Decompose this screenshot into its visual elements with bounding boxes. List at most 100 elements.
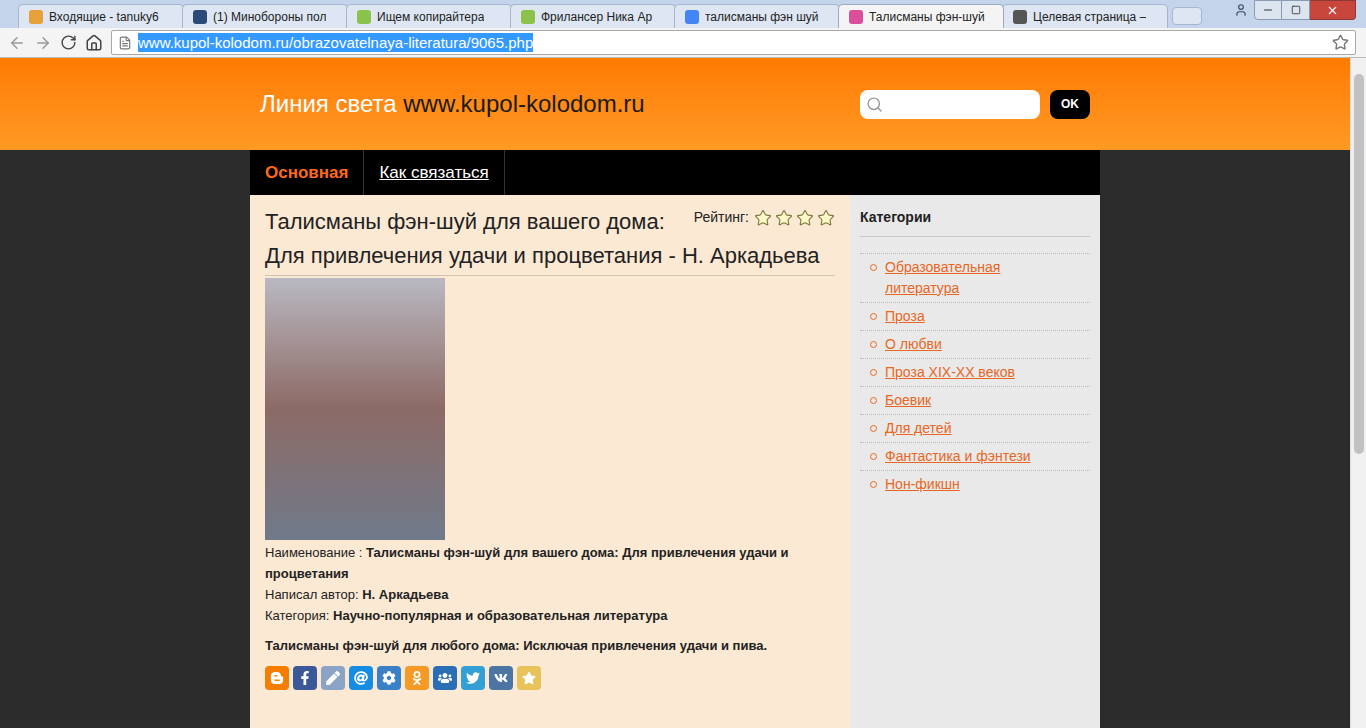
close-icon <box>1326 4 1339 17</box>
share-button[interactable] <box>293 666 317 690</box>
bullet-icon <box>870 341 877 348</box>
tab-label: Ищем копирайтера <box>377 8 484 26</box>
bullet-icon <box>870 264 877 271</box>
browser-tab[interactable]: (1) Минобороны пол <box>182 4 348 28</box>
toolbar: www.kupol-kolodom.ru/obrazovatelnaya-lit… <box>0 28 1366 58</box>
book-details: Наименование : Талисманы фэн-шуй для ваш… <box>265 542 835 626</box>
reload-icon[interactable] <box>60 34 77 51</box>
sidebar-title: Категории <box>860 207 1090 237</box>
search-input[interactable] <box>860 90 1040 119</box>
bullet-icon <box>870 425 877 432</box>
favicon-icon <box>521 10 535 24</box>
moimir-icon <box>438 671 452 685</box>
bullet-icon <box>870 313 877 320</box>
page-icon <box>118 36 132 50</box>
user-icon <box>1234 3 1248 17</box>
favicon-icon <box>357 10 371 24</box>
sidebar-item[interactable]: Проза XIX-XX веков <box>860 358 1090 386</box>
web-page: Линия света www.kupol-kolodom.ru OK Основн… <box>0 58 1350 728</box>
book-cover <box>265 278 445 540</box>
share-button[interactable] <box>349 666 373 690</box>
favicon-icon <box>1013 10 1027 24</box>
favicon-icon <box>193 10 207 24</box>
livejournal-icon <box>326 671 340 685</box>
browser-tab[interactable]: Ищем копирайтера <box>346 4 512 28</box>
minimize-button[interactable] <box>1254 0 1282 20</box>
main-nav: ОсновнаяКак связаться <box>250 150 1100 195</box>
nav-item[interactable]: Основная <box>250 150 364 195</box>
bookmark-star-icon[interactable] <box>1332 34 1349 51</box>
share-button[interactable] <box>489 666 513 690</box>
address-url[interactable]: www.kupol-kolodom.ru/obrazovatelnaya-lit… <box>138 33 533 52</box>
book-header: Рейтинг:Талисманы фэн-шуй для вашего дом… <box>265 205 835 276</box>
bullet-icon <box>870 369 877 376</box>
rating: Рейтинг: <box>694 207 835 228</box>
detail-row: Категория: Научно-популярная и образоват… <box>265 605 835 626</box>
share-buttons <box>265 666 835 690</box>
mail-icon <box>354 671 368 685</box>
profile-button[interactable] <box>1228 0 1254 20</box>
close-button[interactable] <box>1310 0 1356 20</box>
back-icon[interactable] <box>8 34 26 52</box>
new-tab-button[interactable] <box>1172 7 1202 25</box>
share-button[interactable] <box>405 666 429 690</box>
share-button[interactable] <box>461 666 485 690</box>
browser-tab[interactable]: Талисманы фэн-шуй <box>838 4 1004 28</box>
browser-tab[interactable]: Целевая страница – <box>1002 4 1168 28</box>
forward-icon[interactable] <box>34 34 52 52</box>
rating-star-icon[interactable] <box>796 209 814 227</box>
tab-strip: Входящие - tanuky6 (1) Минобороны пол Ищем… <box>0 0 1366 28</box>
site-logo[interactable]: Линия света www.kupol-kolodom.ru <box>260 89 645 119</box>
tab-label: Входящие - tanuky6 <box>49 8 159 26</box>
share-button[interactable] <box>517 666 541 690</box>
favicon-icon <box>849 10 863 24</box>
sidebar-item[interactable]: Фантастика и фэнтези <box>860 442 1090 470</box>
search-form: OK <box>860 90 1090 119</box>
maximize-button[interactable] <box>1282 0 1310 20</box>
nav-item[interactable]: Как связаться <box>364 150 504 195</box>
sidebar-item[interactable]: Для детей <box>860 414 1090 442</box>
favicon-icon <box>29 10 43 24</box>
rating-star-icon[interactable] <box>775 209 793 227</box>
tab-label: Талисманы фэн-шуй <box>869 8 985 26</box>
bullet-icon <box>870 481 877 488</box>
browser-tab[interactable]: талисманы фэн шуй <box>674 4 840 28</box>
rating-star-icon[interactable] <box>754 209 772 227</box>
share-button[interactable] <box>265 666 289 690</box>
browser-tab[interactable]: Входящие - tanuky6 <box>18 4 184 28</box>
book-title: Талисманы фэн-шуй для вашего дома: Для п… <box>265 205 835 273</box>
scrollbar-thumb[interactable] <box>1354 74 1364 454</box>
category-list: Образовательная литератураПрозаО любвиПр… <box>860 253 1090 498</box>
site-header: Линия света www.kupol-kolodom.ru OK <box>0 58 1350 150</box>
search-icon <box>866 96 883 113</box>
window-controls <box>1228 0 1366 22</box>
detail-row: Наименование : Талисманы фэн-шуй для ваш… <box>265 542 835 584</box>
maximize-icon <box>1291 5 1301 15</box>
sidebar-item[interactable]: Боевик <box>860 386 1090 414</box>
rating-star-icon[interactable] <box>817 209 835 227</box>
gear-icon <box>382 671 396 685</box>
scrollbar[interactable] <box>1350 58 1366 728</box>
book-content: Рейтинг:Талисманы фэн-шуй для вашего дом… <box>250 195 850 728</box>
detail-row: Написал автор: Н. Аркадьева <box>265 584 835 605</box>
share-button[interactable] <box>377 666 401 690</box>
sidebar-item[interactable]: О любви <box>860 330 1090 358</box>
facebook-icon <box>298 671 312 685</box>
search-button[interactable]: OK <box>1050 90 1090 119</box>
browser-window: Входящие - tanuky6 (1) Минобороны пол Ищем… <box>0 0 1366 728</box>
address-bar[interactable]: www.kupol-kolodom.ru/obrazovatelnaya-lit… <box>111 30 1356 55</box>
share-button[interactable] <box>433 666 457 690</box>
book-description: Талисманы фэн-шуй для любого дома: Исклю… <box>265 636 835 656</box>
sidebar-item[interactable]: Образовательная литература <box>860 253 1090 302</box>
browser-tab[interactable]: Фрилансер Ника Ар <box>510 4 676 28</box>
vk-icon <box>494 671 508 685</box>
minimize-icon <box>1262 4 1274 16</box>
sidebar-item[interactable]: Нон-фикшн <box>860 470 1090 498</box>
sidebar-item[interactable]: Проза <box>860 302 1090 330</box>
tab-label: Фрилансер Ника Ар <box>541 8 652 26</box>
twitter-icon <box>466 671 480 685</box>
tab-label: талисманы фэн шуй <box>705 8 819 26</box>
share-button[interactable] <box>321 666 345 690</box>
home-icon[interactable] <box>85 34 103 52</box>
odnoklassniki-icon <box>410 671 424 685</box>
